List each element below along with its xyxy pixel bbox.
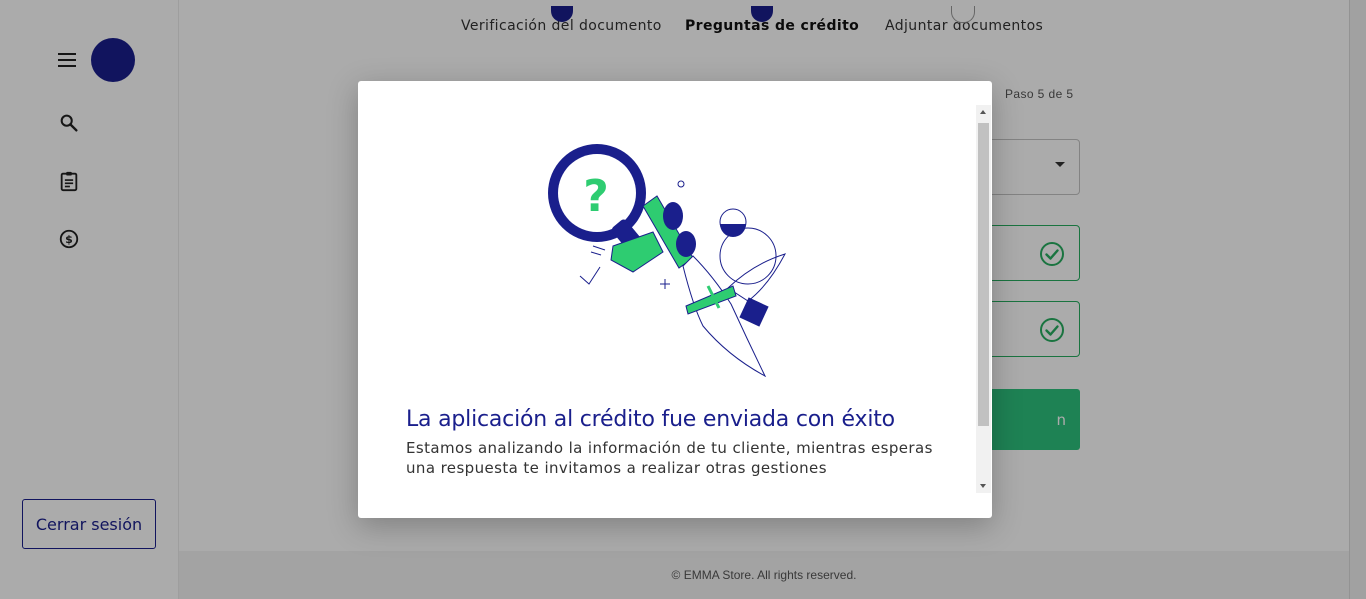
modal-scrollbar[interactable]	[976, 105, 991, 493]
scroll-thumb[interactable]	[978, 123, 989, 426]
svg-text:?: ?	[583, 171, 609, 222]
scroll-down-arrow-icon[interactable]	[980, 484, 986, 488]
magnifier-question-illustration: ?	[548, 144, 787, 378]
success-modal: ? La aplicación al crédito fue enviada c…	[358, 81, 992, 518]
modal-title: La aplicación al crédito fue enviada con…	[406, 407, 895, 432]
modal-message: Estamos analizando la información de tu …	[406, 439, 933, 477]
scroll-up-arrow-icon[interactable]	[980, 110, 986, 114]
